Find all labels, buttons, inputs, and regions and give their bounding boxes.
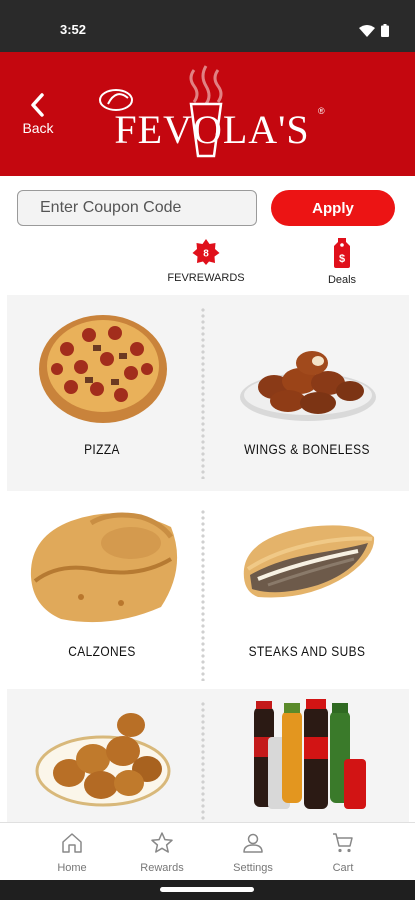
home-icon <box>62 833 82 853</box>
category-row: CALZONES STEAKS AND SUBS <box>7 497 409 693</box>
drinks-image <box>254 699 366 809</box>
brand-logo: ® FEVOLA'S <box>96 64 328 172</box>
divider <box>200 307 206 479</box>
category-steaks-subs[interactable]: STEAKS AND SUBS <box>212 497 402 693</box>
svg-text:8: 8 <box>203 249 209 260</box>
category-wings[interactable]: WINGS & BONELESS <box>212 295 402 491</box>
battery-icon <box>381 24 389 37</box>
bottom-nav: Home Rewards Settings Cart <box>0 822 415 880</box>
wings-image <box>240 351 376 421</box>
user-icon <box>243 833 263 853</box>
nav-settings[interactable]: Settings <box>208 831 298 874</box>
category-pretzel-bites[interactable] <box>7 689 197 825</box>
nav-settings-label: Settings <box>233 862 273 874</box>
apply-coupon-button[interactable]: Apply <box>271 190 395 226</box>
brand-name: FEVOLA'S <box>114 107 310 152</box>
nav-home[interactable]: Home <box>27 831 117 874</box>
rewards-badge-icon: 8 <box>192 239 220 265</box>
coupon-row: Apply <box>0 190 415 228</box>
fevrewards-link[interactable]: 8 FEVREWARDS <box>166 238 246 284</box>
back-button[interactable]: Back <box>16 92 60 136</box>
pretzel-bites-image <box>35 713 171 807</box>
steak-sub-image <box>243 525 375 598</box>
nav-rewards[interactable]: Rewards <box>117 831 207 874</box>
deals-tag-icon: $ <box>334 238 350 268</box>
category-label: WINGS & BONELESS <box>244 441 370 457</box>
category-grid: PIZZA WINGS & BONELESS CALZONES STEAKS A… <box>7 295 409 825</box>
deals-label: Deals <box>327 274 357 286</box>
star-icon <box>151 832 173 853</box>
category-calzones[interactable]: CALZONES <box>7 497 197 693</box>
fevrewards-label: FEVREWARDS <box>167 272 245 284</box>
category-label: CALZONES <box>68 643 136 659</box>
home-gesture-pill[interactable] <box>160 887 254 892</box>
status-time: 3:52 <box>60 22 87 37</box>
category-label: PIZZA <box>84 441 120 457</box>
nav-cart[interactable]: Cart <box>298 831 388 874</box>
category-drinks[interactable] <box>212 689 402 825</box>
app-header: Back ® FEVOLA'S <box>0 52 415 176</box>
nav-rewards-label: Rewards <box>140 862 184 874</box>
calzone-image <box>30 512 178 623</box>
status-icons <box>359 24 389 37</box>
divider <box>200 701 206 825</box>
coupon-code-input[interactable] <box>17 190 257 226</box>
category-row: PIZZA WINGS & BONELESS <box>7 295 409 491</box>
divider <box>200 509 206 681</box>
nav-home-label: Home <box>57 862 87 874</box>
nav-cart-label: Cart <box>332 862 354 874</box>
cart-icon <box>333 833 353 853</box>
category-pizza[interactable]: PIZZA <box>7 295 197 491</box>
wifi-icon <box>359 24 375 37</box>
deals-link[interactable]: $ Deals <box>322 238 362 286</box>
pizza-image <box>39 315 167 423</box>
category-label: STEAKS AND SUBS <box>248 643 366 659</box>
chevron-left-icon <box>31 93 44 117</box>
category-row <box>7 689 409 825</box>
svg-text:$: $ <box>339 253 345 265</box>
system-nav-bar <box>0 880 415 900</box>
status-bar: 3:52 <box>0 0 415 52</box>
back-label: Back <box>22 120 54 136</box>
